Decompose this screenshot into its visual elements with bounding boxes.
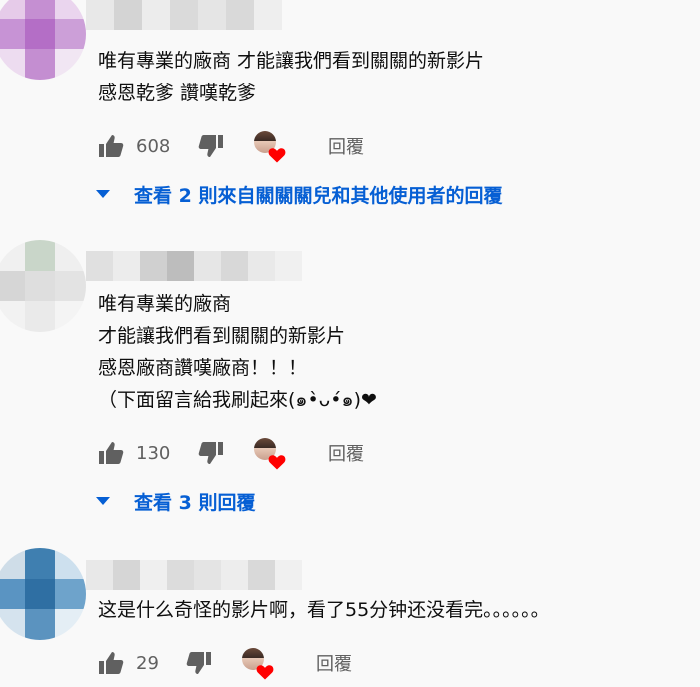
author-name[interactable]	[86, 560, 302, 590]
thumb-down-icon[interactable]	[198, 441, 224, 465]
comment-actions: 29 回覆	[98, 648, 352, 680]
view-replies-link[interactable]: 查看 3 則回覆	[96, 486, 255, 516]
like-count: 608	[136, 135, 171, 157]
reply-button[interactable]: 回覆	[328, 133, 364, 159]
reply-button[interactable]: 回覆	[316, 650, 352, 676]
comment-text: 唯有專業的廠商 才能讓我們看到關關的新影片 感恩廠商讚嘆廠商！！！ （下面留言給…	[98, 293, 377, 411]
thumb-up-icon[interactable]	[98, 441, 124, 465]
comments-section: 唯有專業的廠商 才能讓我們看到關關的新影片 感恩乾爹 讚嘆乾爹 608 回覆 查…	[0, 0, 700, 687]
comment-text: 唯有專業的廠商 才能讓我們看到關關的新影片 感恩乾爹 讚嘆乾爹	[98, 50, 485, 104]
thumb-up-icon[interactable]	[98, 651, 124, 675]
thumb-down-icon[interactable]	[186, 651, 212, 675]
avatar[interactable]	[0, 240, 86, 332]
comment-text: 这是什么奇怪的影片啊，看了55分钟还没看完。。。。。。	[98, 599, 550, 621]
author-name[interactable]	[86, 0, 282, 30]
comment-actions: 608 回覆	[98, 131, 364, 163]
view-replies-label: 查看 2 則來自關關關兒和其他使用者的回覆	[134, 184, 503, 207]
creator-heart-icon	[254, 438, 286, 470]
author-name[interactable]	[86, 251, 302, 281]
thumb-down-icon[interactable]	[198, 134, 224, 158]
thumb-up-icon[interactable]	[98, 134, 124, 158]
avatar[interactable]	[0, 0, 86, 80]
avatar[interactable]	[0, 548, 86, 640]
reply-button[interactable]: 回覆	[328, 440, 364, 466]
creator-heart-icon	[242, 648, 274, 680]
like-count: 130	[136, 442, 171, 464]
view-replies-label: 查看 3 則回覆	[134, 491, 256, 514]
creator-heart-icon	[254, 131, 286, 163]
caret-down-icon	[96, 190, 110, 198]
caret-down-icon	[96, 497, 110, 505]
like-count: 29	[136, 652, 159, 674]
comment-actions: 130 回覆	[98, 438, 364, 470]
view-replies-link[interactable]: 查看 2 則來自關關關兒和其他使用者的回覆	[96, 179, 502, 209]
